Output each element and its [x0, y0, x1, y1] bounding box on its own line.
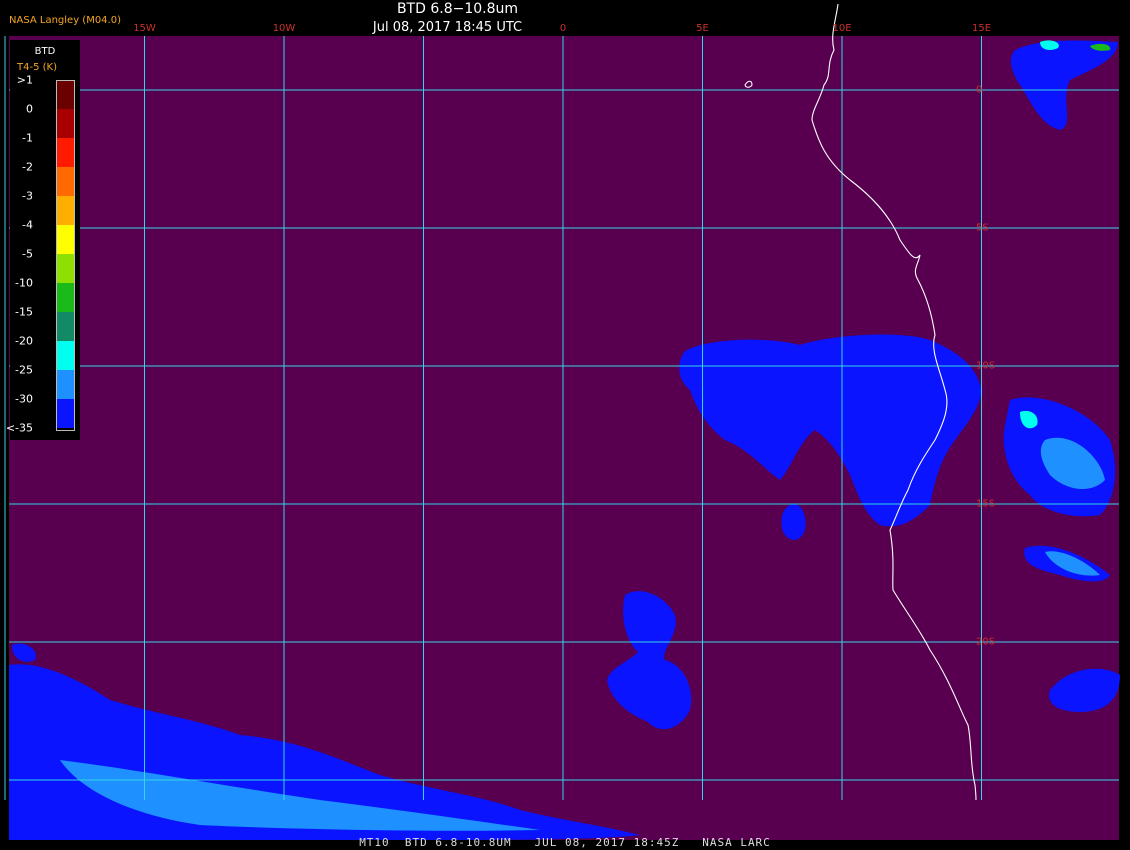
- longitude-label: 15E: [971, 23, 992, 34]
- legend-label: -2: [22, 160, 33, 174]
- legend-label: -10: [15, 276, 33, 290]
- latitude-label: 20S: [976, 636, 996, 648]
- longitude-label: 15W: [133, 23, 156, 34]
- longitude-label: 10W: [272, 23, 296, 34]
- latitude-label: 0: [976, 84, 983, 96]
- latitude-label: 10S: [976, 360, 996, 372]
- longitude-label: 5E: [696, 23, 709, 34]
- latitude-label: 5S: [976, 222, 989, 234]
- longitude-label: 0: [559, 23, 567, 34]
- legend-label: -25: [15, 363, 33, 377]
- legend-label: -15: [15, 305, 33, 319]
- legend-label: >1: [16, 73, 33, 87]
- legend-frame: [56, 80, 75, 431]
- legend-label: -30: [15, 392, 33, 406]
- legend-label: -1: [22, 131, 33, 145]
- legend-label: -20: [15, 334, 33, 348]
- map-title: BTD 6.8−10.8um: [396, 1, 519, 17]
- legend-label: <-35: [5, 421, 33, 435]
- legend-label: -4: [22, 218, 33, 232]
- legend-units: T4-5 (K): [17, 62, 57, 73]
- legend-label: 0: [26, 102, 33, 116]
- latitude-label: 15S: [976, 498, 996, 510]
- legend-title: BTD: [34, 46, 56, 57]
- color-legend: BTD T4-5 (K) >1 0 -1 -2 -3 -4 -5 -10 -15 -20 -25 -3…: [6, 40, 80, 440]
- cloud-plume-south: [781, 504, 806, 540]
- footer-caption: MT10 BTD 6.8-10.8UM JUL 08, 2017 18:45Z …: [359, 836, 771, 849]
- organization-label: NASA Langley (M04.0): [9, 15, 121, 26]
- satellite-map: [4, 3, 1120, 840]
- longitude-label: 10E: [832, 23, 852, 34]
- legend-label: -5: [22, 247, 33, 261]
- legend-label: -3: [22, 189, 33, 203]
